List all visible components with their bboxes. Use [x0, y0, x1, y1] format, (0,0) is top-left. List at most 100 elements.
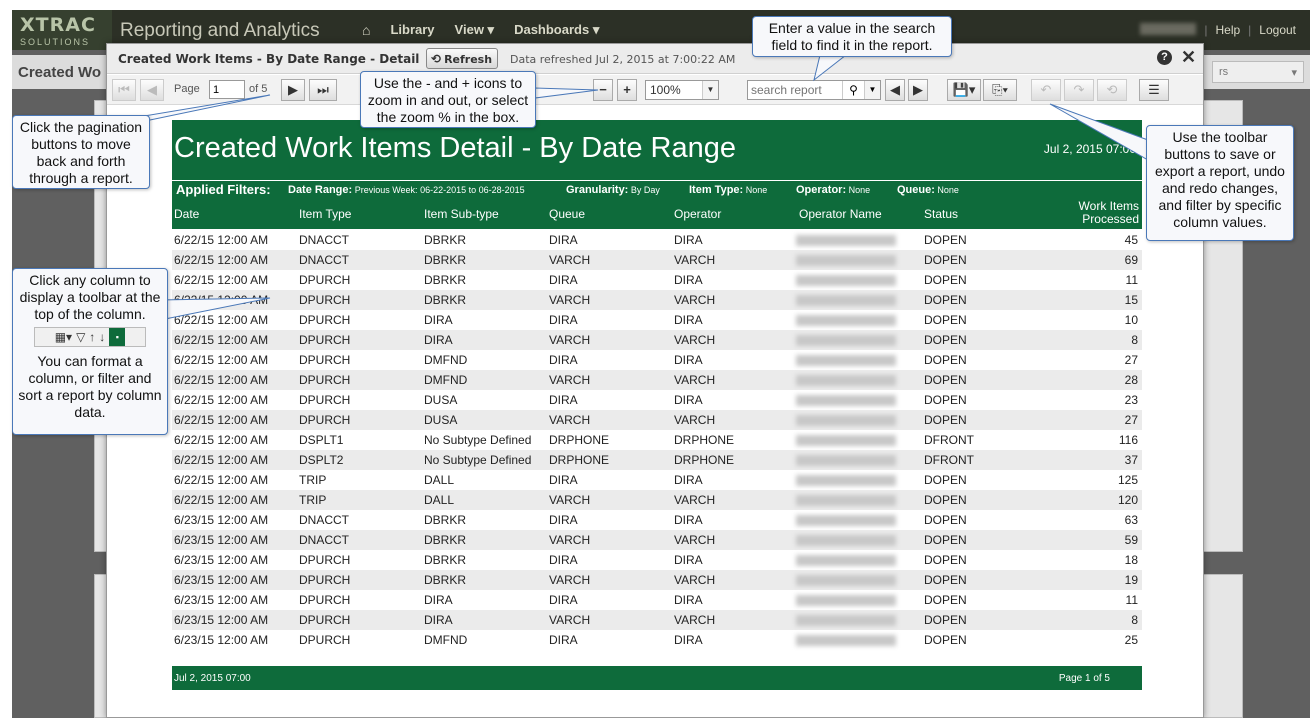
cell-operator-name-redacted	[796, 235, 896, 246]
cell-work-items-processed: 11	[1125, 593, 1138, 607]
cell-operator: VARCH	[674, 493, 716, 507]
table-row[interactable]: 6/22/15 12:00 AM DPURCH DUSA DIRA DIRA DOPEN 2…	[172, 390, 1142, 410]
table-row[interactable]: 6/23/15 12:00 AM DPURCH DBRKR DIRA DIRA DOPEN…	[172, 550, 1142, 570]
cell-queue: VARCH	[549, 493, 591, 507]
undo-button[interactable]: ↶	[1031, 79, 1061, 101]
cell-operator-name-redacted	[796, 375, 896, 386]
cell-queue: VARCH	[549, 573, 591, 587]
nav-view[interactable]: View ▾	[455, 22, 495, 38]
help-link[interactable]: Help	[1215, 23, 1240, 37]
table-row[interactable]: 6/22/15 12:00 AM DPURCH DIRA VARCH VARCH DOPE…	[172, 330, 1142, 350]
background-select[interactable]: rs ▾	[1212, 61, 1304, 83]
close-icon[interactable]: ✕	[1181, 47, 1196, 68]
search-options-chevron-icon[interactable]: ▼	[864, 81, 880, 99]
cell-item-type: DPURCH	[299, 573, 351, 587]
top-right-links: | Help | Logout	[1140, 23, 1296, 37]
home-icon[interactable]: ⌂	[362, 22, 370, 38]
cell-item-type: DSPLT2	[299, 453, 344, 467]
table-row[interactable]: 6/22/15 12:00 AM DPURCH DBRKR DIRA DIRA DOPEN…	[172, 270, 1142, 290]
table-row[interactable]: 6/22/15 12:00 AM DPURCH DBRKR VARCH VARCH DOP…	[172, 290, 1142, 310]
cell-queue: VARCH	[549, 373, 591, 387]
column-header-operator-name[interactable]: Operator Name	[799, 207, 882, 221]
table-row[interactable]: 6/22/15 12:00 AM DNACCT DBRKR VARCH VARCH DOP…	[172, 250, 1142, 270]
table-row[interactable]: 6/22/15 12:00 AM TRIP DALL DIRA DIRA DOPEN 125	[172, 470, 1142, 490]
cell-operator-name-redacted	[796, 515, 896, 526]
cell-operator-name-redacted	[796, 415, 896, 426]
column-header-item-type[interactable]: Item Type	[299, 207, 351, 221]
table-row[interactable]: 6/22/15 12:00 AM DNACCT DBRKR DIRA DIRA DOPEN…	[172, 230, 1142, 250]
table-row[interactable]: 6/23/15 12:00 AM DPURCH DMFND DIRA DIRA DOPEN…	[172, 630, 1142, 650]
cell-item-type: DNACCT	[299, 233, 349, 247]
reset-button[interactable]: ⟲	[1097, 79, 1127, 101]
table-row[interactable]: 6/23/15 12:00 AM DPURCH DIRA DIRA DIRA DOPEN 1…	[172, 590, 1142, 610]
table-row[interactable]: 6/23/15 12:00 AM DNACCT DBRKR DIRA DIRA DOPEN…	[172, 510, 1142, 530]
zoom-select[interactable]: 100% ▼	[645, 80, 719, 100]
refresh-button[interactable]: ⟲ Refresh	[426, 48, 498, 69]
cell-item-type: TRIP	[299, 473, 327, 487]
cell-item-type: DPURCH	[299, 333, 351, 347]
column-header-date[interactable]: Date	[174, 207, 199, 221]
cell-operator-name-redacted	[796, 455, 896, 466]
cell-queue: VARCH	[549, 293, 591, 307]
table-row[interactable]: 6/23/15 12:00 AM DPURCH DBRKR VARCH VARCH DOP…	[172, 570, 1142, 590]
report-toolbar: ⏮ ◀ Page of 5 ▶ ⏭ − + 100%▼ ⚲ ▼ ◀ ▶ 💾▾ ⎘…	[107, 75, 1203, 105]
search-icon[interactable]: ⚲	[842, 81, 864, 99]
cell-operator-name-redacted	[796, 595, 896, 606]
logo-sub-text: SOLUTIONS	[20, 37, 91, 47]
table-row[interactable]: 6/23/15 12:00 AM DPURCH DIRA VARCH VARCH DOPE…	[172, 610, 1142, 630]
cell-item-subtype: DMFND	[424, 373, 468, 387]
top-nav: ⌂ Library View ▾ Dashboards ▾	[362, 22, 599, 38]
cell-queue: DIRA	[549, 273, 578, 287]
zoom-out-button[interactable]: −	[593, 79, 613, 101]
cell-date: 6/23/15 12:00 AM	[174, 593, 269, 607]
filter-panel-button[interactable]: ☰	[1139, 79, 1169, 101]
search-next-button[interactable]: ▶	[908, 79, 928, 101]
search-input[interactable]	[748, 81, 840, 99]
table-row[interactable]: 6/22/15 12:00 AM DPURCH DIRA DIRA DIRA DOPEN 1…	[172, 310, 1142, 330]
column-header-work-items-processed[interactable]: Work Items Processed	[1079, 200, 1139, 226]
export-button[interactable]: ⎘▾	[983, 79, 1017, 101]
logout-link[interactable]: Logout	[1259, 23, 1296, 37]
cell-item-type: TRIP	[299, 493, 327, 507]
redo-button[interactable]: ↷	[1064, 79, 1094, 101]
table-row[interactable]: 6/22/15 12:00 AM DSPLT2 No Subtype Defined…	[172, 450, 1142, 470]
filter-granularity: Granularity: By Day	[566, 184, 660, 196]
table-row[interactable]: 6/22/15 12:00 AM DSPLT1 No Subtype Defined…	[172, 430, 1142, 450]
cell-work-items-processed: 11	[1125, 273, 1138, 287]
column-header-item-subtype[interactable]: Item Sub-type	[424, 207, 499, 221]
cell-status: DOPEN	[924, 373, 967, 387]
cell-item-subtype: DBRKR	[424, 533, 467, 547]
cell-operator-name-redacted	[796, 395, 896, 406]
cell-item-subtype: DIRA	[424, 313, 453, 327]
cell-date: 6/22/15 12:00 AM	[174, 473, 269, 487]
search-previous-button[interactable]: ◀	[885, 79, 905, 101]
cell-work-items-processed: 27	[1124, 413, 1138, 427]
table-row[interactable]: 6/22/15 12:00 AM DPURCH DMFND VARCH VARCH DOP…	[172, 370, 1142, 390]
cell-date: 6/22/15 12:00 AM	[174, 313, 269, 327]
cell-item-subtype: DMFND	[424, 633, 468, 647]
zoom-in-button[interactable]: +	[617, 79, 637, 101]
table-row[interactable]: 6/23/15 12:00 AM DNACCT DBRKR VARCH VARCH DOP…	[172, 530, 1142, 550]
report-dialog: Created Work Items - By Date Range - Det…	[106, 43, 1204, 718]
column-header-status[interactable]: Status	[924, 207, 958, 221]
cell-item-subtype: DBRKR	[424, 233, 467, 247]
cell-status: DOPEN	[924, 313, 967, 327]
save-button[interactable]: 💾▾	[947, 79, 981, 101]
help-icon[interactable]: ?	[1157, 50, 1172, 65]
table-row[interactable]: 6/22/15 12:00 AM TRIP DALL VARCH VARCH DOPEN 1…	[172, 490, 1142, 510]
column-header-queue[interactable]: Queue	[549, 207, 585, 221]
next-page-button[interactable]: ▶	[281, 79, 305, 101]
column-header-operator[interactable]: Operator	[674, 207, 721, 221]
data-refreshed-text: Data refreshed Jul 2, 2015 at 7:00:22 AM	[510, 53, 736, 66]
cell-date: 6/22/15 12:00 AM	[174, 433, 269, 447]
filter-date-range: Date Range: Previous Week: 06-22-2015 to…	[288, 184, 525, 196]
previous-page-button[interactable]: ◀	[140, 79, 164, 101]
nav-dashboards[interactable]: Dashboards ▾	[514, 22, 599, 38]
first-page-button[interactable]: ⏮	[112, 79, 136, 101]
page-number-input[interactable]	[209, 80, 245, 99]
table-row[interactable]: 6/22/15 12:00 AM DPURCH DUSA VARCH VARCH DOPE…	[172, 410, 1142, 430]
table-row[interactable]: 6/22/15 12:00 AM DPURCH DMFND DIRA DIRA DOPEN…	[172, 350, 1142, 370]
cell-item-type: DNACCT	[299, 253, 349, 267]
nav-library[interactable]: Library	[390, 22, 434, 38]
last-page-button[interactable]: ⏭	[309, 79, 337, 101]
